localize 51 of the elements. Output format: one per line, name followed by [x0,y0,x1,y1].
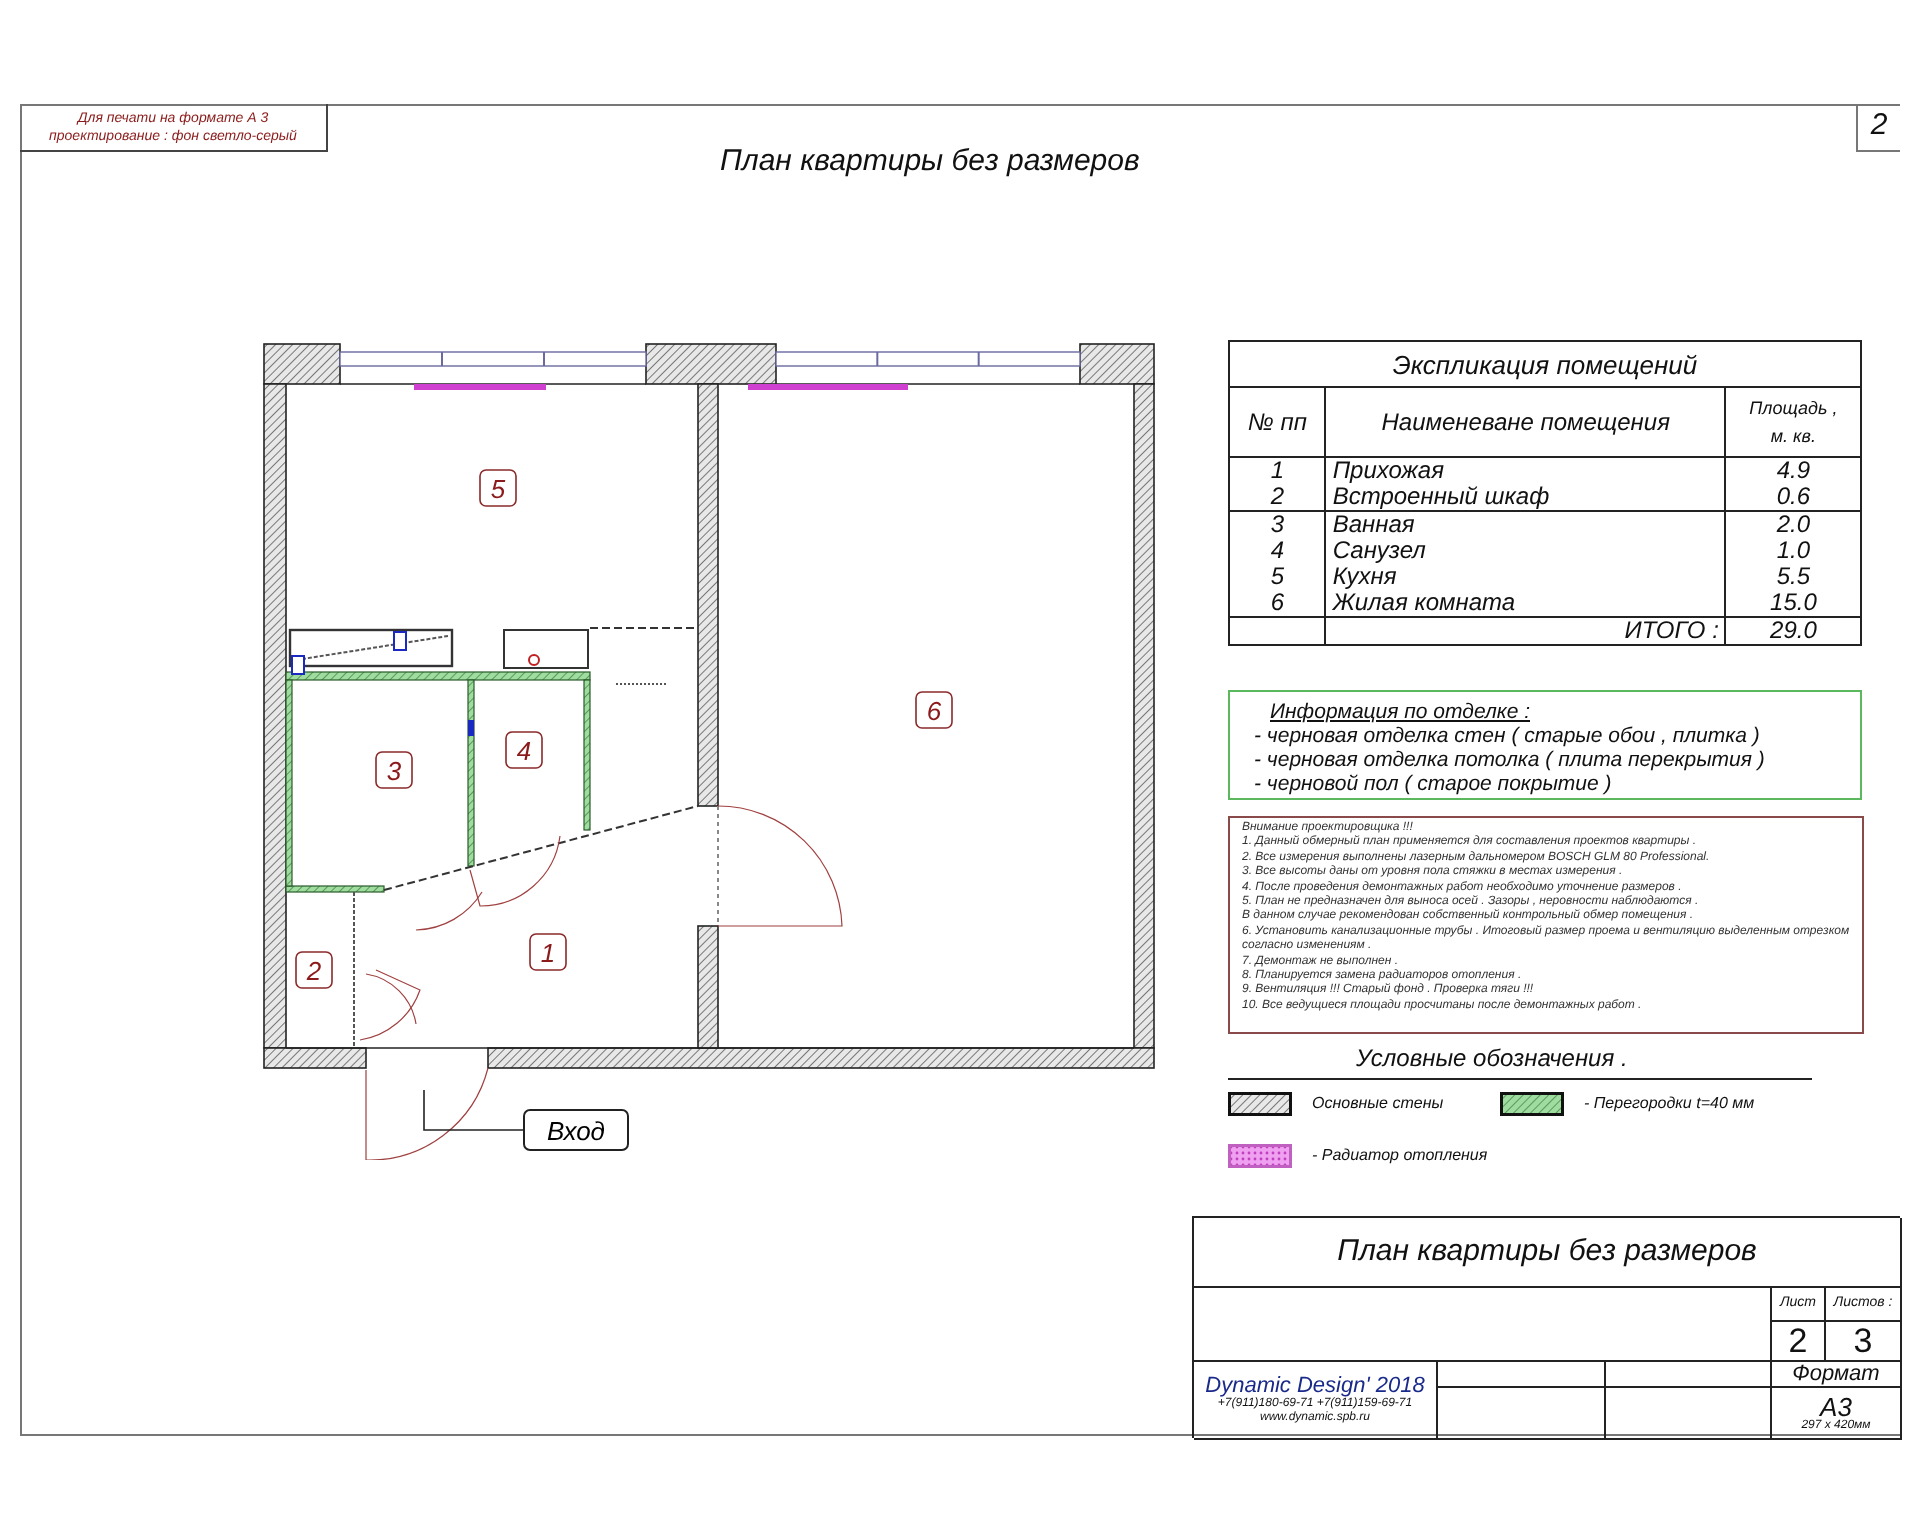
column-header: Наименеване помещения [1325,387,1726,457]
radiator-legend-swatch [1228,1144,1292,1168]
table-cell: Кухня [1325,564,1726,590]
format-value: А3 [1820,1394,1852,1420]
room-number: 6 [915,691,953,729]
finish-info-item: - черновая отделка потолка ( плита перекрытия ) [1254,748,1767,772]
column-header: Площадь , [1747,396,1840,422]
sheets-value: 3 [1826,1322,1902,1362]
sheet-value: 2 [1772,1322,1826,1362]
table-cell: 5.5 [1725,564,1861,590]
table-cell: Санузел [1325,538,1726,564]
total-label: ИТОГО : [1325,617,1726,645]
table-title: Экспликация помещений [1229,341,1861,387]
table-cell: 5 [1229,564,1326,590]
radiator-drawing [414,384,546,390]
table-cell: Жилая комната [1325,590,1726,617]
legend-label: - Радиатор отопления [1312,1144,1488,1168]
table-cell: 2 [1229,484,1326,511]
format-label: Формат [1772,1362,1902,1388]
finish-info-item: - черновой пол ( старое покрытие ) [1254,772,1614,796]
table-cell: 4 [1229,538,1326,564]
wall-legend-swatch [1228,1092,1292,1116]
sheet-number: 2 [1856,104,1900,152]
room-number: 5 [479,469,517,507]
legend-title: Условные обозначения . [1356,1042,1628,1076]
room-number: 3 [375,751,413,789]
room-number: 4 [505,731,543,769]
table-cell: 1.0 [1725,538,1861,564]
table-cell: Встроенный шкаф [1325,484,1726,511]
column-header: № пп [1229,387,1326,457]
entrance-label: Вход [523,1109,629,1151]
title-block-title: План квартиры без размеров [1194,1218,1902,1288]
column-header: м. кв. [1768,424,1819,450]
legend-label: - Перегородки t=40 мм [1584,1092,1755,1116]
finish-info-heading: Информация по отделке : [1268,700,1530,724]
plan-title: План квартиры без размеров [720,142,1140,182]
total-value: 29.0 [1725,617,1861,645]
table-cell: 0.6 [1725,484,1861,511]
table-cell: 2.0 [1725,511,1861,538]
table-cell: 3 [1229,511,1326,538]
room-number: 1 [529,933,567,971]
legend-label: Основные стены [1312,1092,1444,1116]
partition-legend-swatch [1500,1092,1564,1116]
finish-info-item: - черновая отделка стен ( старые обои , плитка ) [1254,724,1762,748]
table-cell: 1 [1229,457,1326,484]
room-number: 2 [295,951,333,989]
table-cell: Ванная [1325,511,1726,538]
table-cell: 15.0 [1725,590,1861,617]
table-cell: 6 [1229,590,1326,617]
leader-line [423,1089,525,1131]
company-name: Dynamic Design' 2018 [1205,1374,1425,1399]
